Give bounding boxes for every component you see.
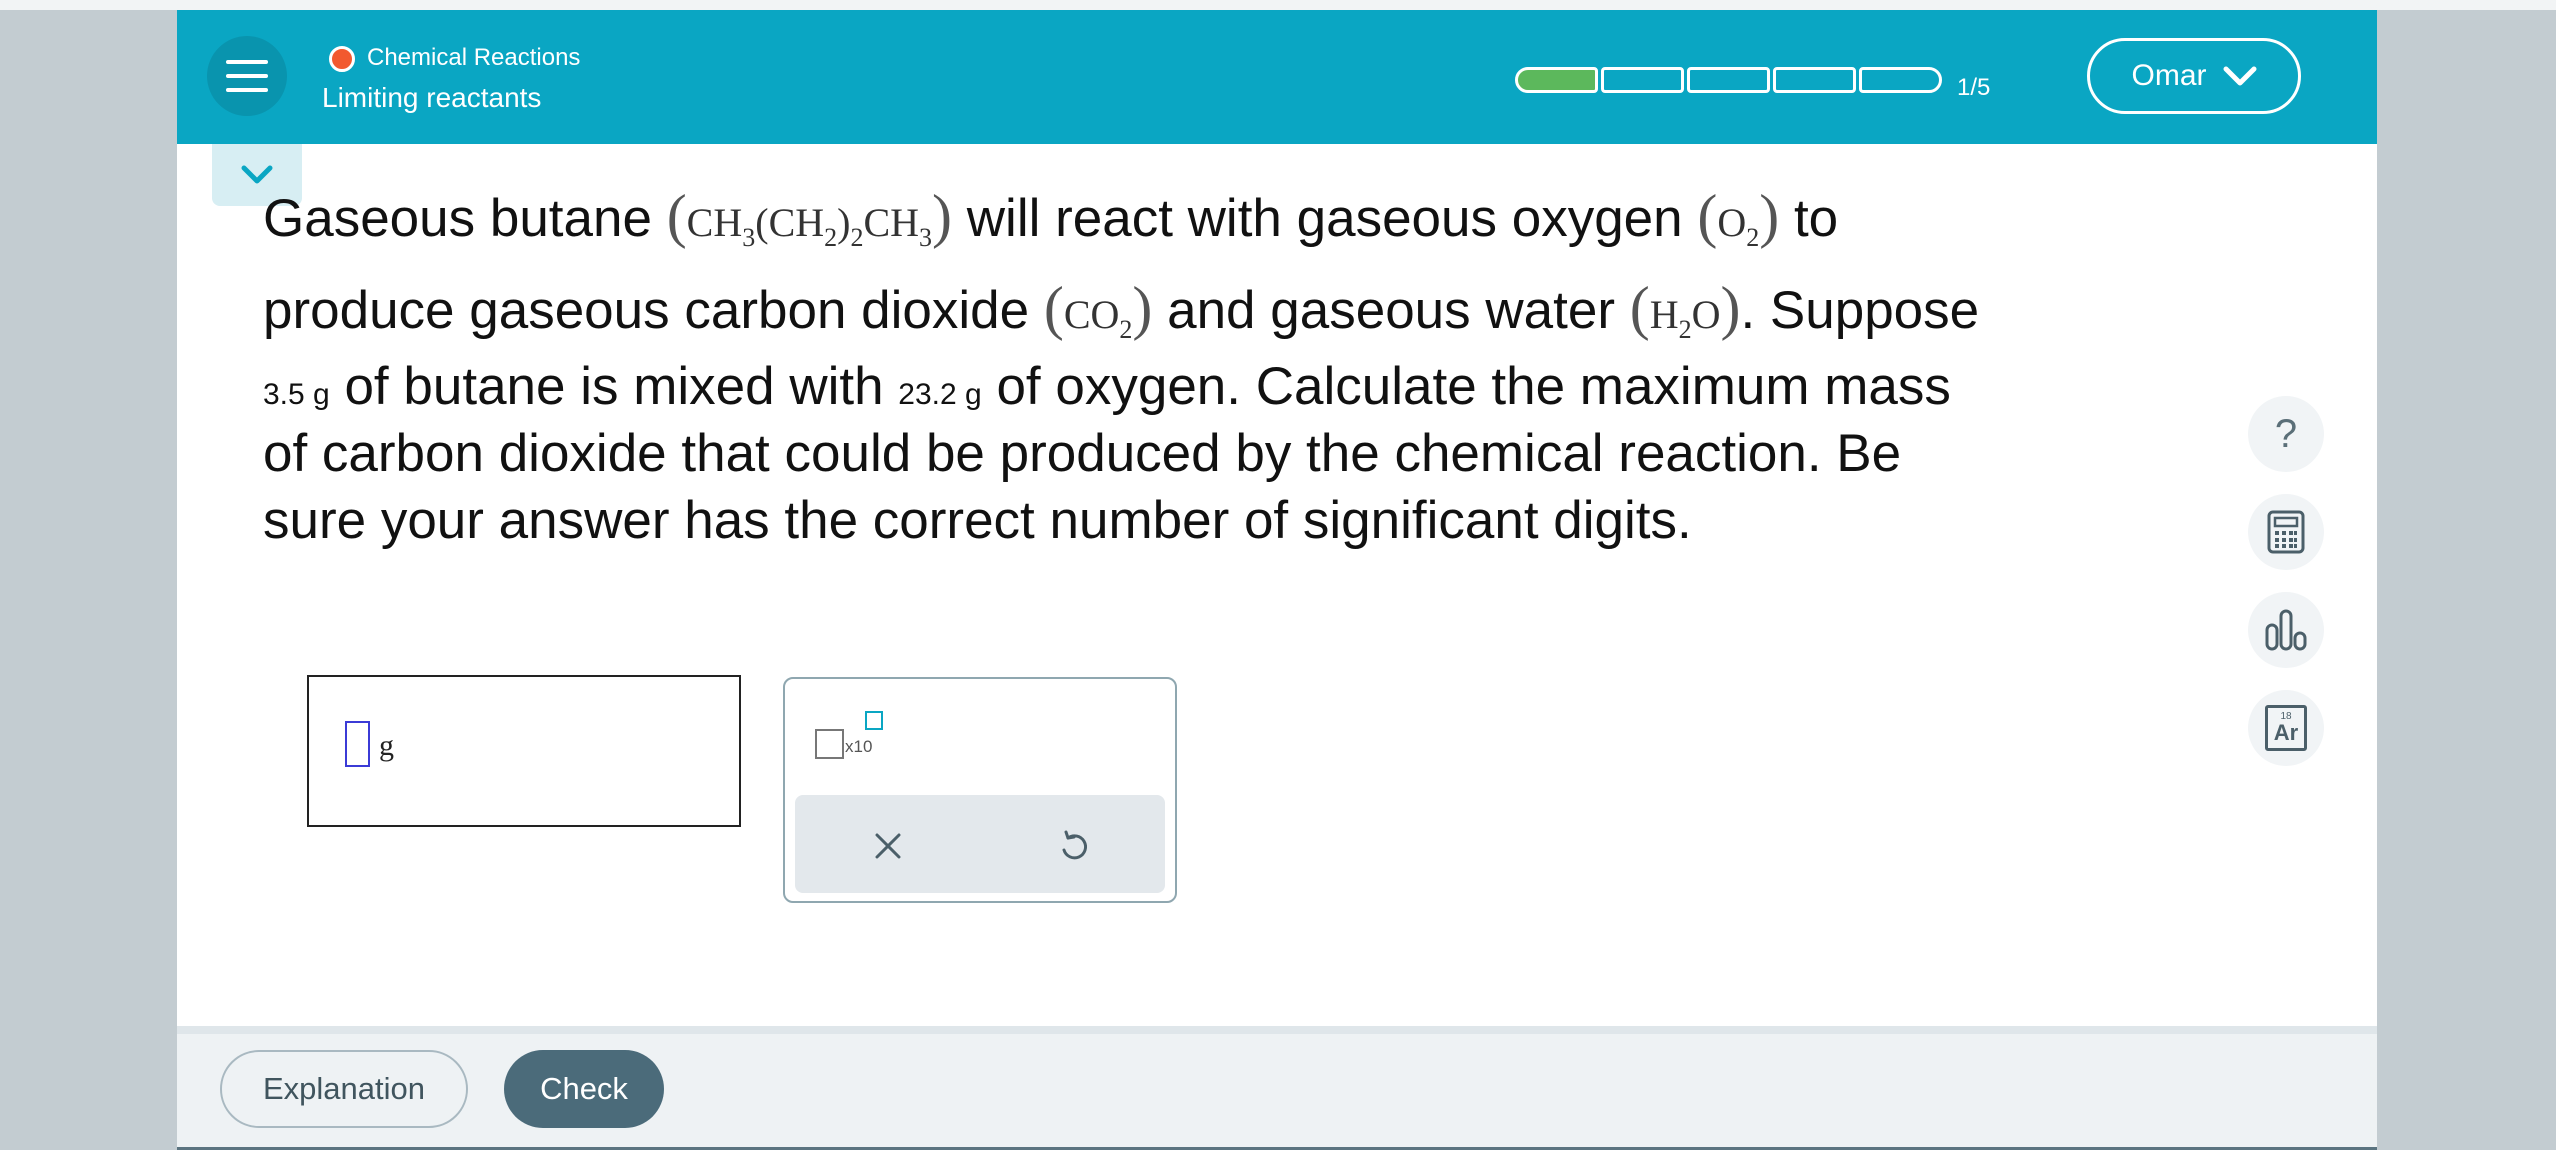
clear-button[interactable]	[863, 821, 913, 871]
help-icon: ?	[2274, 411, 2298, 456]
menu-button[interactable]	[207, 36, 287, 116]
oxygen-formula: (O2)	[1697, 183, 1780, 252]
question-fragment: will react with gaseous oxygen	[966, 189, 1698, 248]
formula-subscript: 2	[1119, 315, 1133, 344]
answer-unit: g	[379, 729, 394, 762]
data-button[interactable]	[2248, 592, 2324, 668]
formula-part: CO	[1063, 292, 1120, 337]
formula-part: H	[1649, 292, 1679, 337]
formula-subscript: 2	[824, 223, 838, 252]
progress-segment	[1515, 67, 1598, 93]
progress-segment	[1687, 67, 1770, 93]
element-symbol: Ar	[2273, 720, 2299, 745]
question-fragment: . Suppose	[1740, 281, 1980, 340]
progress-bar	[1515, 67, 1942, 93]
question-line: Gaseous butane (CH3(CH2)2CH3) will react…	[263, 186, 1838, 251]
butane-formula: (CH3(CH2)2CH3)	[666, 183, 953, 252]
formula-subscript: 2	[850, 223, 864, 252]
question-line: produce gaseous carbon dioxide (CO2) and…	[263, 278, 1979, 343]
progress-segment	[1601, 67, 1684, 93]
calculator-icon	[2267, 510, 2305, 554]
formula-part: (CH	[755, 200, 825, 245]
calculator-button[interactable]	[2248, 494, 2324, 570]
question-fragment: of oxygen. Calculate the maximum mass	[981, 357, 1951, 416]
chevron-down-icon	[2223, 66, 2256, 86]
check-button[interactable]: Check	[504, 1050, 664, 1128]
butane-mass: 3.5 g	[263, 378, 330, 411]
formula-subscript: 3	[742, 223, 756, 252]
exponent-placeholder-icon	[865, 711, 883, 730]
hamburger-icon-line	[226, 60, 268, 64]
question-fragment: produce gaseous carbon dioxide	[263, 281, 1044, 340]
co2-formula: (CO2)	[1043, 275, 1153, 344]
undo-button[interactable]	[1049, 821, 1099, 871]
formula-part: O	[1717, 200, 1747, 245]
keypad-actions	[795, 795, 1165, 893]
top-strip	[0, 0, 2556, 10]
formula-part: O	[1691, 292, 1721, 337]
periodic-table-icon: 18 Ar	[2265, 705, 2307, 751]
water-formula: (H2O)	[1629, 275, 1741, 344]
progress-segment	[1859, 67, 1942, 93]
question-fragment: to	[1793, 189, 1839, 248]
user-menu-button[interactable]: Omar	[2087, 38, 2301, 114]
question-line: 3.5 g of butane is mixed with 23.2 g of …	[263, 360, 1951, 413]
chevron-down-icon	[241, 165, 273, 184]
oxygen-mass: 23.2 g	[898, 378, 982, 411]
explanation-button[interactable]: Explanation	[220, 1050, 468, 1128]
x10-label: x10	[845, 737, 873, 756]
base-placeholder-icon	[815, 729, 844, 759]
question-line: of carbon dioxide that could be produced…	[263, 424, 1902, 483]
question-fragment: and gaseous water	[1167, 281, 1630, 340]
formula-subscript: 2	[1746, 223, 1760, 252]
question-fragment: of butane is mixed with	[329, 357, 899, 416]
formula-part: CH	[686, 200, 743, 245]
hamburger-icon-line	[226, 74, 268, 78]
close-icon	[875, 833, 901, 859]
chart-icon	[2265, 609, 2307, 651]
question-fragment: Gaseous butane	[263, 189, 667, 248]
help-button[interactable]: ?	[2248, 396, 2324, 472]
formula-subscript: 2	[1678, 315, 1692, 344]
main-panel: Chemical Reactions Limiting reactants 1/…	[177, 10, 2377, 1150]
header-bar: Chemical Reactions Limiting reactants 1/…	[177, 10, 2377, 144]
topic-status-dot	[329, 46, 355, 72]
answer-input[interactable]: g	[307, 675, 741, 827]
hamburger-icon-line	[226, 88, 268, 92]
math-keypad: x10	[783, 677, 1177, 903]
answer-cursor	[345, 721, 370, 767]
question-line: sure your answer has the correct number …	[263, 491, 1692, 550]
progress-segment	[1773, 67, 1856, 93]
periodic-table-button[interactable]: 18 Ar	[2248, 690, 2324, 766]
undo-icon	[1062, 830, 1088, 860]
scientific-notation-button[interactable]: x10	[815, 707, 905, 767]
formula-subscript: 3	[919, 223, 933, 252]
formula-part: CH	[863, 200, 920, 245]
progress-count: 1/5	[1957, 74, 1991, 101]
topic-title: Chemical Reactions	[367, 44, 581, 71]
user-name: Omar	[2131, 59, 2207, 92]
subtopic-title: Limiting reactants	[322, 82, 542, 113]
